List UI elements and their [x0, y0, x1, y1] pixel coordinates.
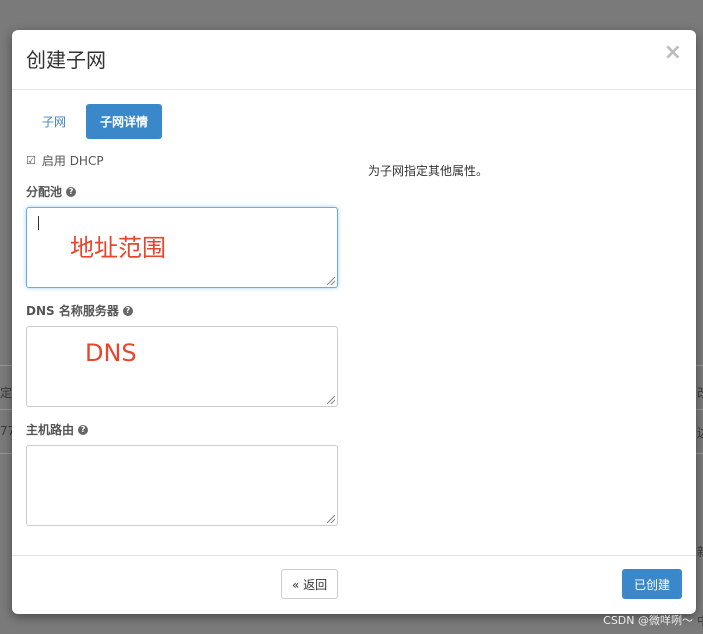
- resize-grip-icon[interactable]: [327, 277, 335, 285]
- allocation-pools-label: 分配池 ?: [26, 183, 340, 200]
- dns-annotation: DNS: [85, 339, 137, 367]
- allocation-pools-annotation: 地址范围: [70, 234, 166, 262]
- text-caret: [38, 216, 39, 230]
- tab-bar: 子网 子网详情: [28, 104, 163, 139]
- allocation-pools-label-text: 分配池: [26, 185, 63, 199]
- modal-title: 创建子网: [26, 48, 106, 72]
- background-text: 改: [697, 384, 703, 401]
- checkbox-checked-icon[interactable]: ☑: [26, 154, 36, 167]
- close-icon[interactable]: ×: [664, 40, 682, 65]
- back-button[interactable]: « 返回: [281, 569, 339, 599]
- create-subnet-modal: 创建子网 × 子网 子网详情 ☑ 启用 DHCP 分配池 ? 地址范围 DNS …: [12, 30, 696, 614]
- tab-subnet-details[interactable]: 子网详情: [86, 104, 163, 139]
- host-routes-textarea[interactable]: [26, 445, 338, 526]
- dhcp-checkbox-row[interactable]: ☑ 启用 DHCP: [26, 152, 340, 169]
- host-routes-label: 主机路由 ?: [26, 421, 340, 438]
- resize-grip-icon[interactable]: [327, 396, 335, 404]
- dns-nameservers-label: DNS 名称服务器 ?: [26, 302, 340, 319]
- allocation-pools-textarea[interactable]: 地址范围: [26, 207, 338, 288]
- background-text: 新: [697, 543, 703, 560]
- subnet-details-form: ☑ 启用 DHCP 分配池 ? 地址范围 DNS 名称服务器 ? DNS 主机路…: [26, 152, 340, 526]
- host-routes-label-text: 主机路由: [26, 423, 75, 437]
- modal-header: 创建子网 ×: [12, 30, 696, 90]
- resize-grip-icon[interactable]: [327, 515, 335, 523]
- background-text: 边: [697, 424, 703, 441]
- tab-subnet[interactable]: 子网: [28, 104, 80, 139]
- dns-nameservers-textarea[interactable]: DNS: [26, 326, 338, 407]
- help-icon[interactable]: ?: [78, 424, 89, 435]
- background-text: 中: [697, 612, 703, 629]
- help-icon[interactable]: ?: [122, 305, 133, 316]
- help-description: 为子网指定其他属性。: [368, 164, 489, 178]
- help-icon[interactable]: ?: [66, 186, 77, 197]
- dns-label-text: DNS 名称服务器: [26, 304, 119, 318]
- dhcp-label: 启用 DHCP: [41, 154, 104, 168]
- create-button[interactable]: 已创建: [621, 569, 682, 599]
- watermark: CSDN @微咩咧～: [603, 614, 693, 627]
- background-text: 定: [0, 386, 13, 400]
- modal-footer: « 返回 已创建: [12, 555, 696, 614]
